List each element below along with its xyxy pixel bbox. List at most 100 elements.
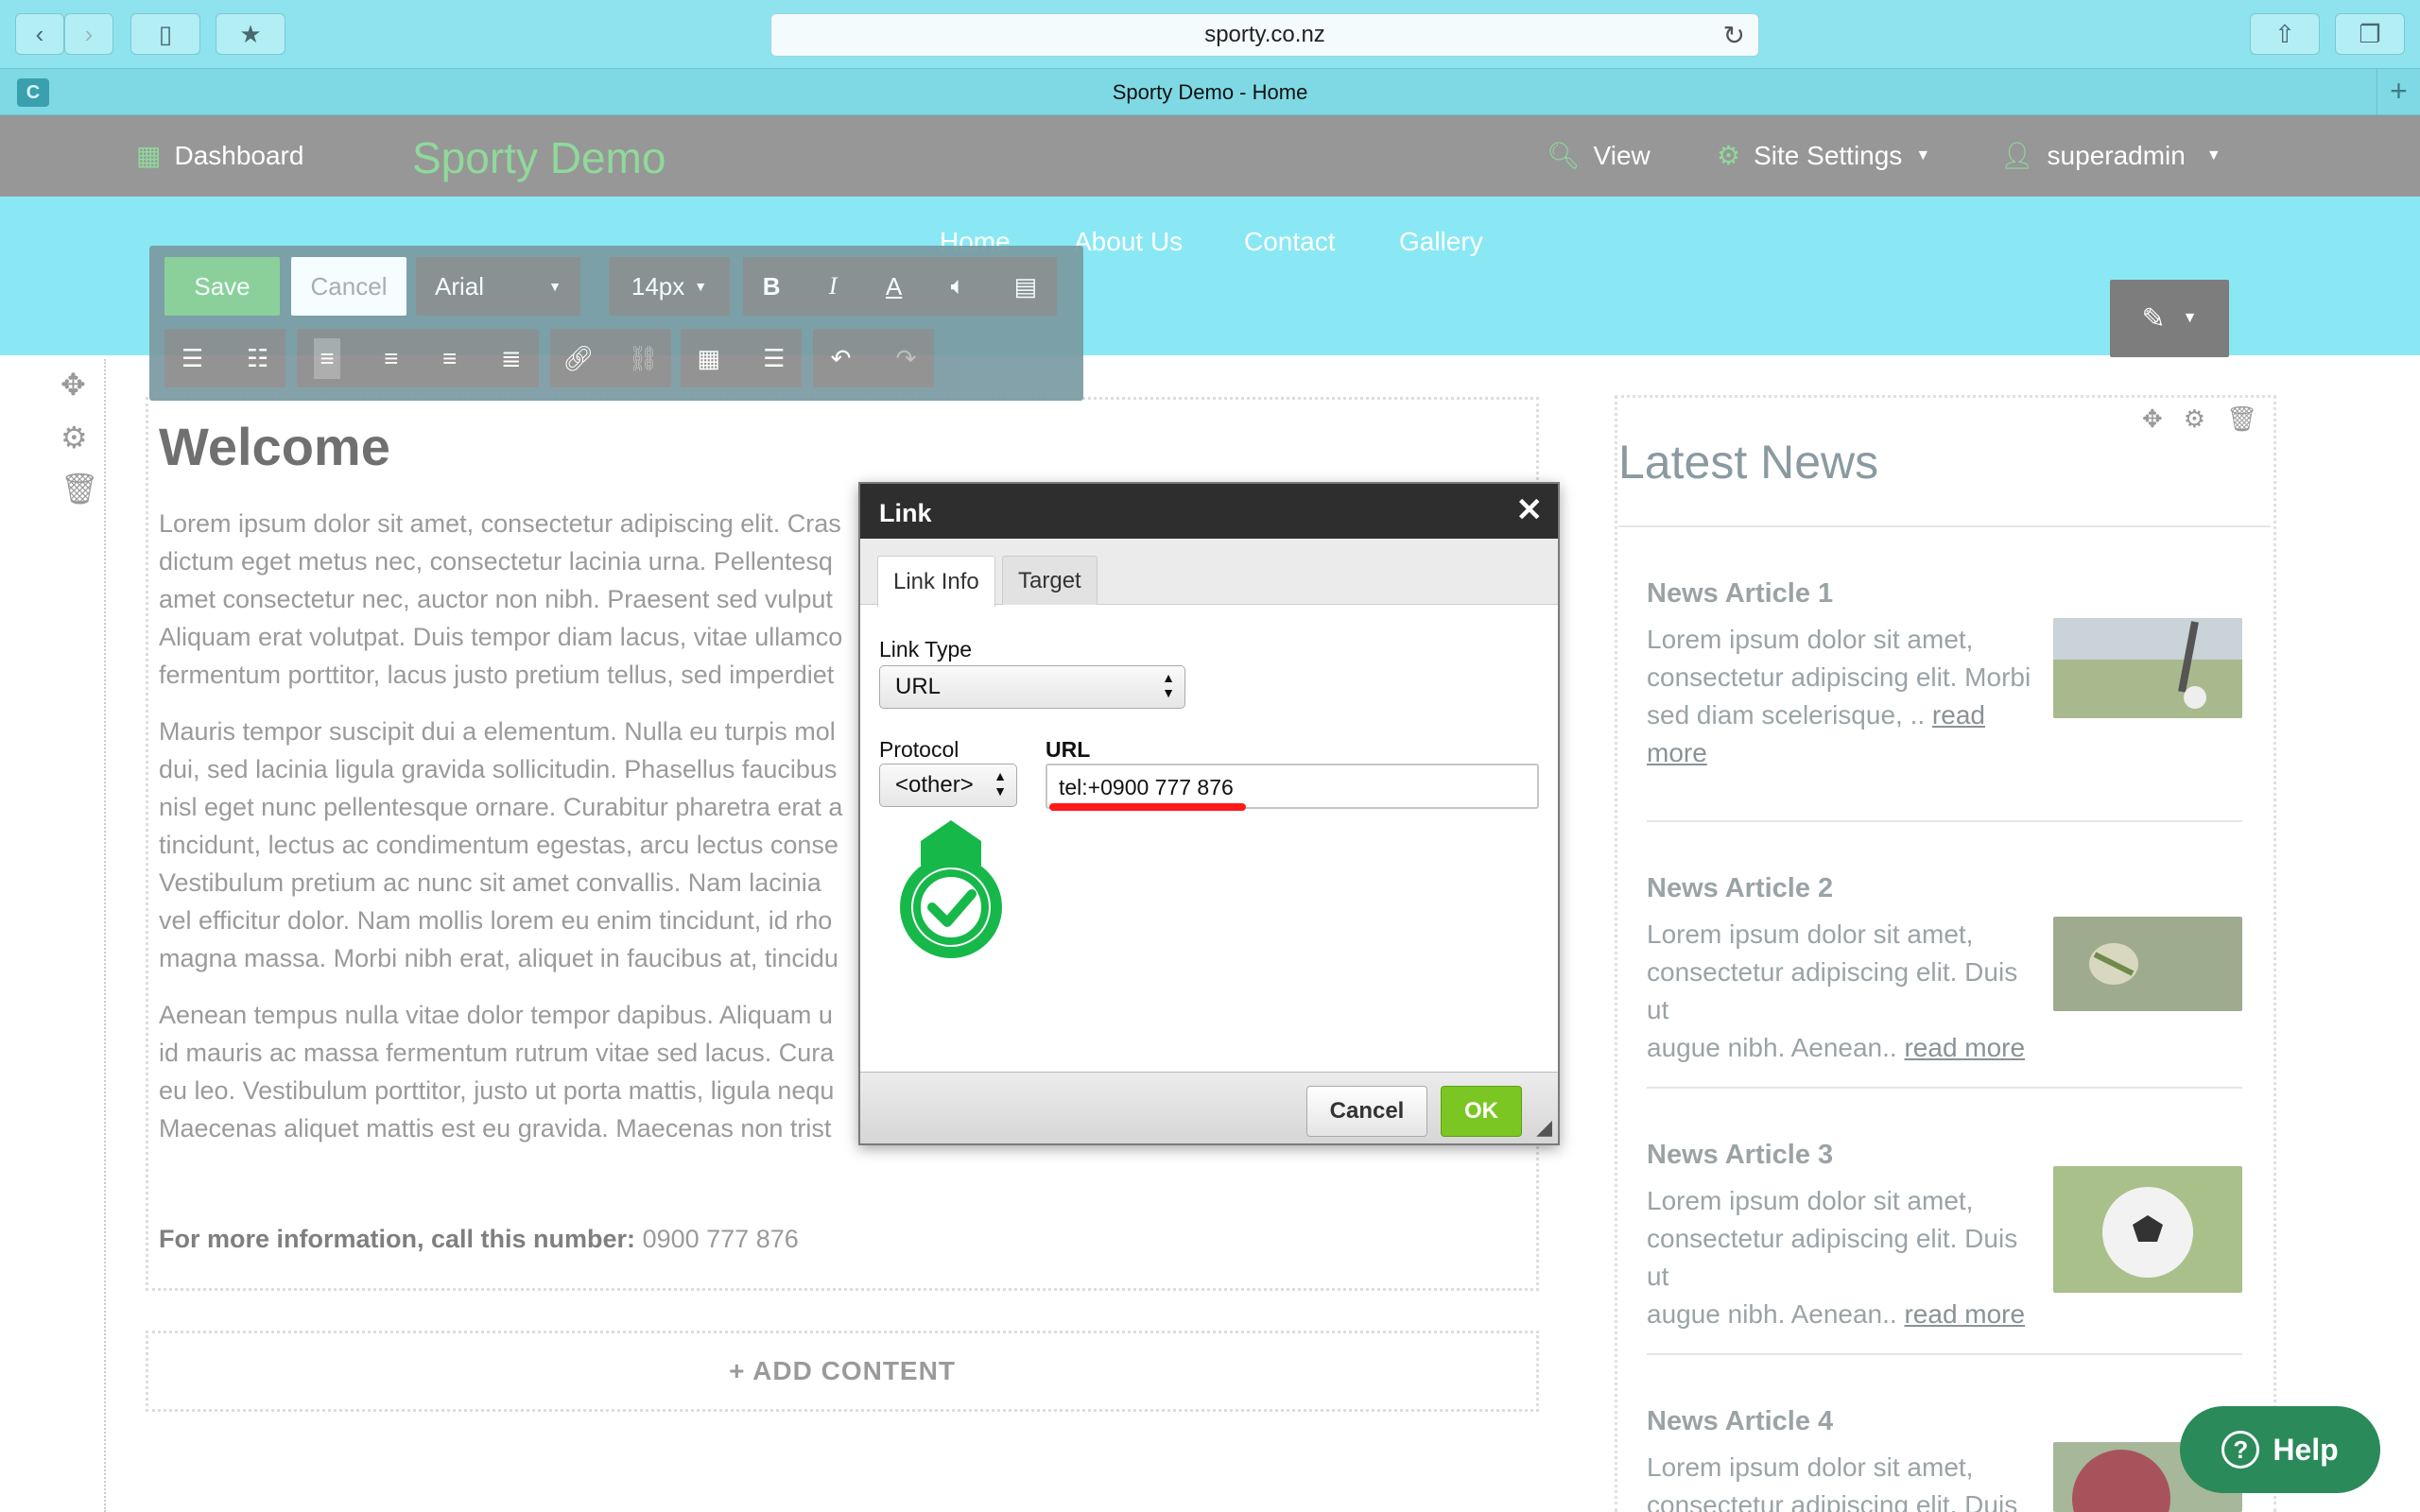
text-line: Lorem ipsum dolor sit amet, consectetur …: [159, 509, 841, 538]
table-icon[interactable]: ▦: [698, 344, 721, 373]
select-arrows-icon: ▲ ▼: [1162, 670, 1175, 700]
help-label: Help: [2273, 1432, 2339, 1467]
bullet-list-icon[interactable]: ☷: [247, 344, 268, 373]
news-article-title[interactable]: News Article 2: [1647, 873, 1833, 904]
italic-icon[interactable]: I: [829, 272, 838, 301]
reload-icon[interactable]: ↻: [1723, 20, 1745, 51]
resize-handle-icon[interactable]: ◢: [1536, 1115, 1552, 1140]
share-icon[interactable]: ⇧: [2250, 13, 2320, 55]
link-icon[interactable]: 🔗︎: [562, 344, 594, 373]
text-line: vel efficitur dolor. Nam mollis lorem eu…: [159, 906, 833, 935]
back-icon[interactable]: ‹: [15, 13, 64, 55]
dashboard-link[interactable]: ▦ Dashboard: [136, 140, 303, 171]
bookmarks-icon[interactable]: ★: [216, 13, 285, 55]
align-left-icon[interactable]: ≡: [314, 337, 340, 379]
text-line: sed diam scelerisque, ..: [1647, 700, 1932, 730]
gear-icon[interactable]: ⚙: [60, 420, 88, 455]
ordered-list-icon[interactable]: ☰: [182, 344, 203, 373]
site-settings-menu[interactable]: ⚙ Site Settings ▼: [1717, 140, 1930, 171]
welcome-title: Welcome: [159, 417, 390, 476]
user-menu[interactable]: 👤︎ superadmin ▼: [2000, 140, 2221, 171]
add-content-button[interactable]: + ADD CONTENT: [146, 1331, 1539, 1412]
news-article-excerpt: Lorem ipsum dolor sit amet, consectetur …: [1647, 916, 2044, 1067]
font-family-select[interactable]: Arial ▼: [416, 257, 580, 316]
read-more-link[interactable]: more: [1647, 738, 1707, 767]
link-type-label: Link Type: [879, 637, 973, 662]
nav-about-us[interactable]: About Us: [1074, 227, 1183, 257]
select-arrows-icon: ▲ ▼: [994, 768, 1007, 799]
audio-icon[interactable]: 🔈︎: [951, 271, 966, 301]
contact-info: For more information, call this number: …: [159, 1225, 799, 1254]
forward-icon[interactable]: ›: [64, 13, 113, 55]
contact-info-label: For more information, call this number:: [159, 1225, 636, 1253]
undo-icon[interactable]: ↶: [831, 344, 852, 373]
tab-title[interactable]: Sporty Demo - Home: [0, 80, 2420, 105]
view-label: View: [1593, 140, 1651, 170]
caret-down-icon: ▼: [694, 279, 708, 294]
read-more-link[interactable]: read: [1932, 700, 1985, 730]
history-group: ↶ ↷: [813, 329, 934, 387]
read-more-link[interactable]: read more: [1904, 1299, 2025, 1329]
cancel-button[interactable]: Cancel: [1306, 1086, 1427, 1137]
trash-icon[interactable]: 🗑︎: [2226, 404, 2257, 434]
list-group: ☰ ☷: [164, 329, 285, 387]
site-brand[interactable]: Sporty Demo: [412, 132, 666, 183]
text-line: eu leo. Vestibulum porttitor, justo ut p…: [159, 1076, 835, 1105]
tab-link-info[interactable]: Link Info: [877, 556, 995, 607]
read-more-link[interactable]: read more: [1904, 1033, 2025, 1062]
rugby-ball-image[interactable]: [2053, 917, 2242, 1011]
paragraph-3: Aenean tempus nulla vitae dolor tempor d…: [159, 996, 858, 1147]
move-icon[interactable]: ✥: [60, 367, 86, 403]
user-label: superadmin: [2047, 140, 2186, 170]
protocol-select[interactable]: <other> ▲ ▼: [879, 764, 1017, 807]
soccer-ball-image[interactable]: [2053, 1166, 2242, 1293]
close-icon[interactable]: ✕: [1516, 491, 1544, 529]
view-link[interactable]: 🔍︎ View: [1547, 140, 1651, 171]
news-block-controls: ✥ ⚙ 🗑︎: [2142, 404, 2257, 434]
address-bar[interactable]: sporty.co.nz ↻: [770, 13, 1759, 57]
news-article-title[interactable]: News Article 4: [1647, 1406, 1833, 1437]
dialog-footer: Cancel OK ◢: [860, 1072, 1558, 1143]
align-center-icon[interactable]: ≡: [384, 344, 398, 373]
tab-target[interactable]: Target: [1002, 556, 1098, 605]
trash-icon[interactable]: 🗑︎: [60, 471, 99, 507]
text-color-icon[interactable]: A: [886, 272, 902, 301]
template-icon[interactable]: ▤: [1014, 272, 1038, 301]
news-article-excerpt: Lorem ipsum dolor sit amet, consectetur …: [1647, 1449, 2044, 1512]
redo-icon[interactable]: ↷: [896, 344, 917, 373]
align-right-icon[interactable]: ≡: [442, 344, 457, 373]
nav-contact[interactable]: Contact: [1244, 227, 1336, 257]
highlight-underline: [1049, 803, 1246, 811]
cancel-button[interactable]: Cancel: [291, 257, 406, 316]
align-justify-icon[interactable]: ≣: [501, 344, 522, 373]
text-line: Vestibulum pretium ac nunc sit amet conv…: [159, 868, 821, 897]
link-group: 🔗︎ ⛓: [550, 329, 671, 387]
gear-icon[interactable]: ⚙: [2184, 404, 2205, 434]
horizontal-rule-icon[interactable]: ☰: [763, 344, 785, 373]
text-line: Aliquam erat volutpat. Duis tempor diam …: [159, 623, 843, 651]
url-input[interactable]: tel:+0900 777 876: [1046, 764, 1539, 809]
link-dialog: Link ✕ Link Info Target Cancel OK ◢: [858, 482, 1560, 1145]
paragraph-2: Mauris tempor suscipit dui a elementum. …: [159, 713, 858, 977]
link-type-select[interactable]: URL ▲ ▼: [879, 665, 1185, 709]
text-line: augue nibh. Aenean..: [1647, 1299, 1905, 1329]
text-line: consectetur adipiscing elit. Duis ut: [1647, 1224, 2018, 1291]
ok-button[interactable]: OK: [1441, 1086, 1522, 1137]
help-button[interactable]: ? Help: [2180, 1406, 2380, 1493]
sidebar-icon[interactable]: ▯: [130, 13, 200, 55]
hockey-image[interactable]: [2053, 618, 2242, 718]
search-icon: 🔍︎: [1547, 141, 1581, 170]
unlink-icon[interactable]: ⛓: [628, 344, 659, 373]
bold-icon[interactable]: B: [763, 272, 781, 301]
nav-gallery[interactable]: Gallery: [1399, 227, 1483, 257]
tabs-overview-icon[interactable]: ❐: [2335, 13, 2405, 55]
save-button[interactable]: Save: [164, 257, 280, 316]
table-group: ▦ ☰: [681, 329, 802, 387]
editor-toolbar: Save Cancel Arial ▼ 14px ▼ B I A 🔈︎ ▤ ☰ …: [149, 246, 1083, 401]
move-icon[interactable]: ✥: [2142, 404, 2163, 434]
news-article-title[interactable]: News Article 3: [1647, 1140, 1833, 1171]
font-size-select[interactable]: 14px ▼: [609, 257, 730, 316]
edit-mode-button[interactable]: ✎ ▼: [2110, 280, 2229, 357]
new-tab-icon[interactable]: +: [2377, 69, 2420, 114]
news-article-title[interactable]: News Article 1: [1647, 578, 1833, 610]
